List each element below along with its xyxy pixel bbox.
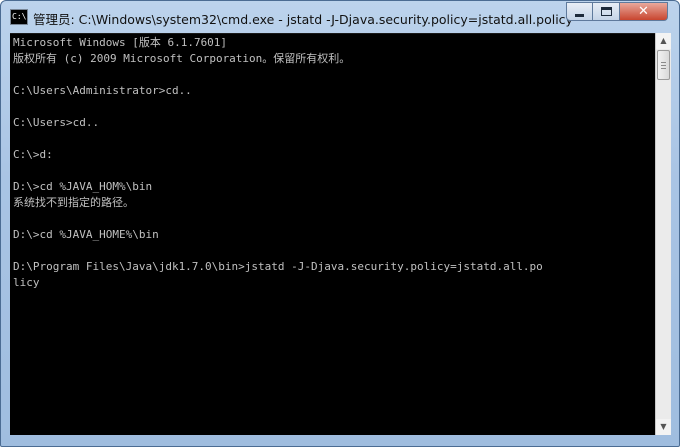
maximize-button[interactable] [593,2,620,21]
cmd-app-icon[interactable]: C:\ [10,9,28,25]
console-line: C:\Users\Administrator>cd.. [13,84,192,97]
console-output[interactable]: Microsoft Windows [版本 6.1.7601] 版权所有 (c)… [10,33,655,435]
vertical-scrollbar[interactable]: ▲ ▼ [655,33,671,435]
scrollbar-thumb[interactable] [657,50,670,80]
console-line: licy [13,276,40,289]
title-bar[interactable]: C:\ 管理员: C:\Windows\system32\cmd.exe - j… [1,1,679,33]
window-bottom-border [10,435,671,446]
console-lines: Microsoft Windows [版本 6.1.7601] 版权所有 (c)… [13,35,655,291]
window-title: 管理员: C:\Windows\system32\cmd.exe - jstat… [33,12,573,27]
console-line: 系统找不到指定的路径。 [13,196,134,209]
console-line: C:\>d: [13,148,53,161]
console-line: D:\>cd %JAVA_HOME%\bin [13,228,159,241]
console-line: C:\Users>cd.. [13,116,100,129]
cmd-window: C:\ 管理员: C:\Windows\system32\cmd.exe - j… [0,0,680,447]
minimize-icon [575,13,584,17]
chevron-up-icon: ▲ [660,36,667,45]
scroll-up-button[interactable]: ▲ [656,33,671,49]
chevron-down-icon: ▼ [660,422,667,431]
close-icon: ✕ [638,4,649,19]
maximize-icon [600,7,612,16]
grip-line [661,62,666,63]
grip-line [661,65,666,66]
close-button[interactable]: ✕ [620,2,668,21]
grip-line [661,68,666,69]
console-line: D:\Program Files\Java\jdk1.7.0\bin>jstat… [13,260,543,273]
scroll-down-button[interactable]: ▼ [656,419,671,435]
console-line: Microsoft Windows [版本 6.1.7601] [13,36,228,49]
console-line: D:\>cd %JAVA_HOM%\bin [13,180,153,193]
console-line: 版权所有 (c) 2009 Microsoft Corporation。保留所有… [13,52,351,65]
minimize-button[interactable] [566,2,593,21]
